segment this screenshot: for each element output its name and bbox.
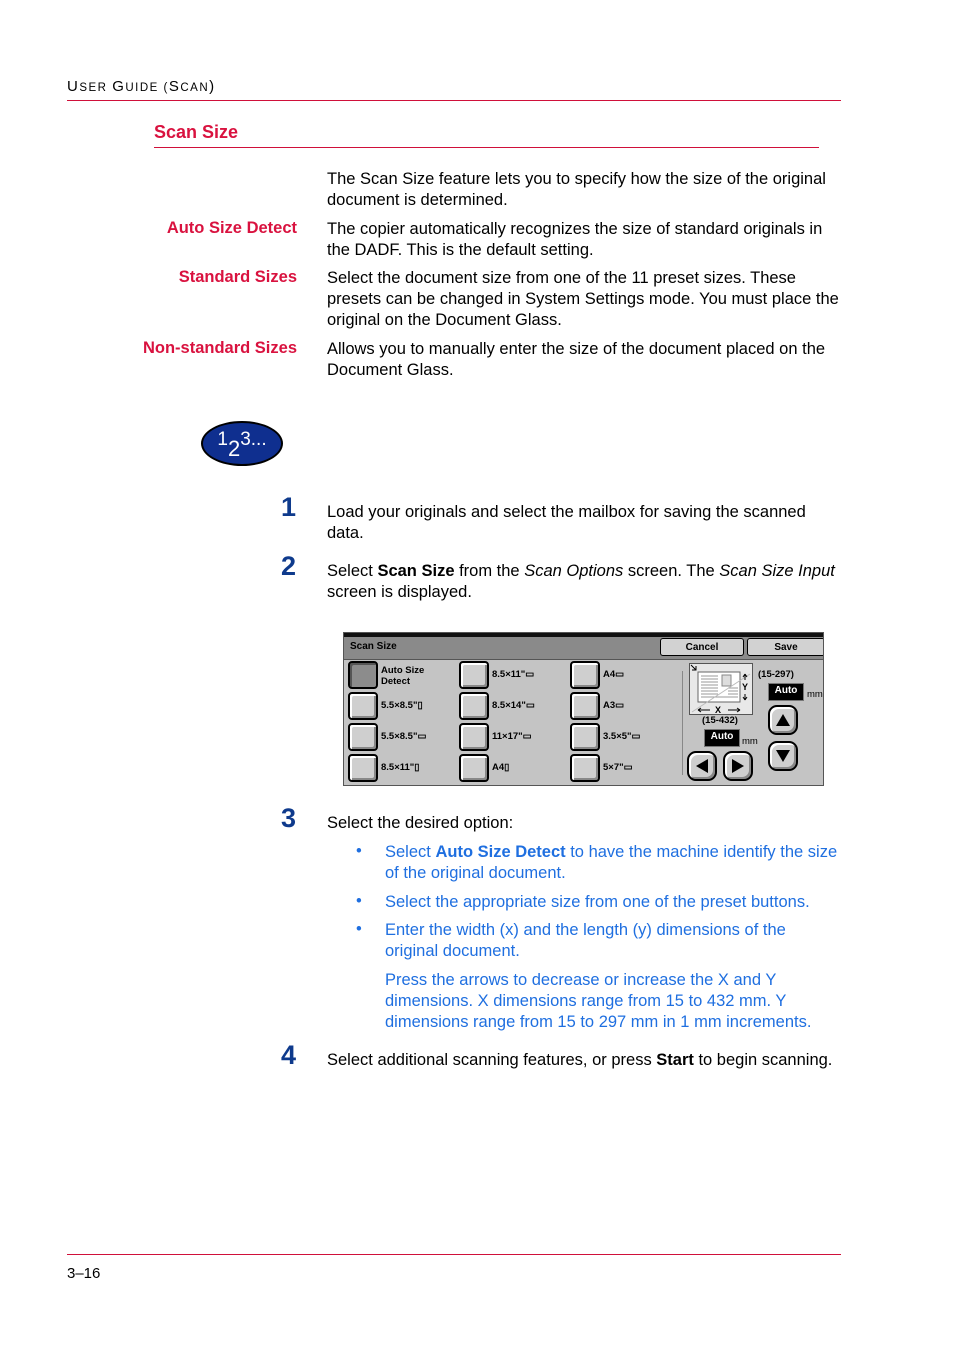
preset-button[interactable] [459, 754, 489, 782]
running-head-text: S [168, 78, 181, 95]
text-bold: Scan Size [377, 562, 455, 580]
badge-digit: 3... [240, 428, 267, 450]
arrow-left-icon [696, 759, 708, 773]
text-italic: Scan Options [524, 562, 624, 580]
page-number: 3–16 [67, 1265, 101, 1282]
arrow-down-icon [776, 750, 790, 762]
x-axis-label: X [715, 705, 721, 714]
scan-size-screen: Scan Size Cancel Save Auto Size Detect 5.… [343, 632, 824, 786]
preset-label: 11×17"▭ [492, 731, 532, 742]
running-head-text: SER [79, 82, 113, 94]
y-increase-button[interactable] [768, 705, 798, 735]
option-preset-buttons: Select the appropriate size from one of … [385, 893, 810, 911]
step-3-text: Select the desired option: [327, 814, 514, 832]
preset-label: 5.5×8.5"▭ [381, 731, 427, 742]
bullet-marker: • [356, 892, 362, 910]
screen-title: Scan Size [350, 641, 397, 652]
badge-digit: 1 [217, 428, 228, 450]
section-title: Scan Size [154, 122, 239, 142]
text-run: from the [454, 562, 525, 580]
section-rule [154, 147, 819, 148]
definition-auto-size-detect: The copier automatically recognizes the … [327, 220, 823, 259]
footer-rule [67, 1254, 841, 1255]
preset-label: 5.5×8.5"▯ [381, 700, 423, 711]
running-head-text: CAN [180, 82, 210, 94]
running-head-text: UIDE ( [125, 82, 169, 94]
term-standard-sizes: Standard Sizes [178, 268, 297, 286]
x-value-field[interactable]: Auto [704, 729, 740, 747]
x-unit: mm [742, 736, 758, 747]
preset-label: 8.5×11"▭ [492, 669, 535, 680]
arrow-right-icon [732, 759, 744, 773]
preset-button[interactable] [348, 723, 378, 751]
preset-button[interactable] [570, 723, 600, 751]
intro-text: The Scan Size feature lets you to specif… [327, 170, 826, 209]
text-italic: Scan Size Input [719, 562, 835, 580]
y-unit: mm [807, 689, 823, 700]
running-head-text: ) [209, 78, 216, 95]
label-line: Detect [381, 676, 411, 687]
y-value-field[interactable]: Auto [768, 683, 804, 701]
y-range: (15-297) [758, 669, 794, 680]
bullet-marker: • [356, 920, 362, 938]
preset-label: A3▭ [603, 700, 625, 711]
label-line: Auto Size [381, 665, 425, 676]
arrow-up-icon [776, 714, 790, 726]
step-2-text: Select Scan Size from the Scan Options s… [327, 561, 847, 603]
preset-label: 8.5×14"▭ [492, 700, 535, 711]
document-diagram-icon: X Y [689, 663, 753, 715]
text-run: to begin scanning. [693, 1051, 833, 1069]
text-run: Select [385, 843, 436, 861]
preset-label: 5×7"▭ [603, 762, 633, 773]
text-run: Select [327, 562, 378, 580]
preset-button[interactable] [570, 692, 600, 720]
step-1-text: Load your originals and select the mailb… [327, 503, 806, 542]
running-head-text: G [112, 78, 126, 95]
auto-size-detect-label: Auto Size Detect [381, 665, 424, 687]
text-bold: Auto Size Detect [435, 843, 566, 861]
auto-size-detect-button[interactable] [348, 661, 378, 689]
option-auto-size-detect: Select Auto Size Detect to have the mach… [385, 842, 845, 884]
header-rule [67, 100, 841, 101]
text-run: screen is displayed. [327, 583, 472, 601]
option-manual-dimensions: Enter the width (x) and the length (y) d… [385, 921, 786, 960]
bullet-marker: • [356, 842, 362, 860]
text-run: Select additional scanning features, or … [327, 1051, 657, 1069]
y-decrease-button[interactable] [768, 741, 798, 771]
dimensions-note: Press the arrows to decrease or increase… [385, 971, 812, 1031]
preset-button[interactable] [348, 754, 378, 782]
preset-button[interactable] [459, 723, 489, 751]
preset-button[interactable] [459, 661, 489, 689]
x-range: (15-432) [702, 715, 738, 726]
text-bold: Start [656, 1051, 694, 1069]
screen-divider [682, 671, 683, 775]
step-number: 3 [281, 803, 297, 833]
step-number: 2 [281, 551, 297, 581]
preset-label: 8.5×11"▯ [381, 762, 420, 773]
preset-button[interactable] [570, 661, 600, 689]
badge-digit: 2 [227, 435, 241, 461]
term-auto-size-detect: Auto Size Detect [166, 219, 297, 237]
cancel-button[interactable]: Cancel [660, 638, 744, 656]
x-increase-button[interactable] [723, 751, 753, 781]
preset-button[interactable] [459, 692, 489, 720]
running-head-text: U [67, 78, 80, 95]
term-non-standard-sizes: Non-standard Sizes [142, 339, 297, 357]
procedure-icon: 1 2 3... [201, 421, 283, 466]
x-decrease-button[interactable] [687, 751, 717, 781]
step-number: 1 [281, 492, 297, 522]
definition-non-standard-sizes: Allows you to manually enter the size of… [327, 340, 826, 379]
step-4-text: Select additional scanning features, or … [327, 1050, 847, 1071]
step-number: 4 [281, 1040, 297, 1070]
preset-label: A4▯ [492, 762, 510, 773]
preset-label: A4▭ [603, 669, 625, 680]
save-button[interactable]: Save [747, 638, 823, 656]
preset-label: 3.5×5"▭ [603, 731, 641, 742]
preset-button[interactable] [348, 692, 378, 720]
preset-button[interactable] [570, 754, 600, 782]
y-axis-label: Y [742, 682, 748, 692]
text-run: screen. The [623, 562, 720, 580]
definition-standard-sizes: Select the document size from one of the… [327, 269, 839, 329]
running-head: USER GUIDE (SCAN) [67, 78, 216, 95]
